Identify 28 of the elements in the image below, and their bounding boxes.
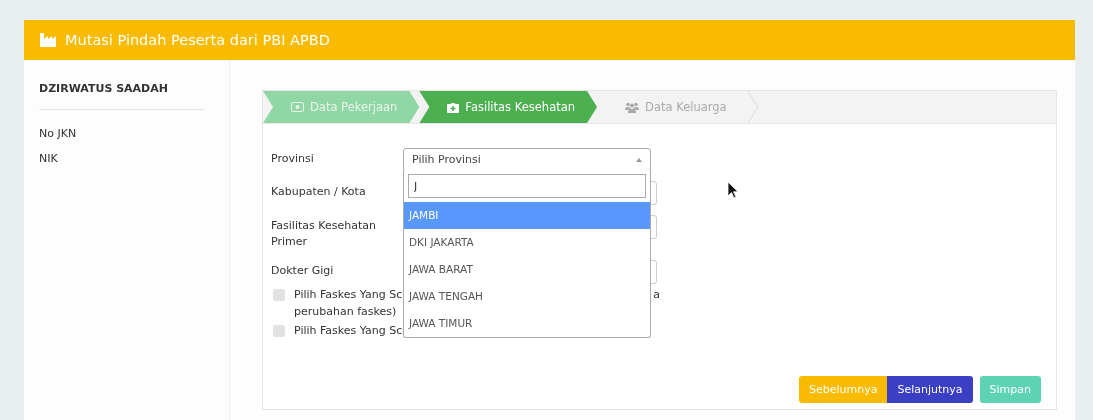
participant-name: DZIRWATUS SAADAH <box>39 82 205 110</box>
select-placeholder: Pilih Provinsi <box>412 153 481 166</box>
field-label: Kabupaten / Kota <box>271 184 367 200</box>
cursor-icon <box>727 181 739 199</box>
field-label: Dokter Gigi <box>271 263 335 279</box>
province-select[interactable]: Pilih Provinsi <box>403 148 651 171</box>
field-label: NIK <box>39 152 59 165</box>
next-button[interactable]: Selanjutnya <box>887 376 973 403</box>
search-field[interactable]: J <box>408 174 646 198</box>
checkbox-label: Pilih Faskes Yang Sc <box>294 287 403 303</box>
people-icon <box>625 101 640 113</box>
dropdown-option[interactable]: JAWA TIMUR <box>404 310 650 337</box>
dropdown-option[interactable]: JAWA TENGAH <box>404 283 650 310</box>
medical-bag-icon <box>447 101 460 113</box>
dropdown-option[interactable]: DKI JAKARTA <box>404 229 650 256</box>
checkbox-label: a <box>653 287 660 303</box>
dropdown-option[interactable]: JAWA BARAT <box>404 256 650 283</box>
checkbox[interactable] <box>273 325 285 337</box>
checkbox[interactable] <box>273 289 285 301</box>
checkbox-label: perubahan faskes) <box>294 304 397 320</box>
field-label: No JKN <box>39 127 78 140</box>
factory-icon <box>39 32 57 48</box>
caret-up-icon <box>636 157 642 162</box>
card-icon <box>291 102 304 112</box>
field-label: Provinsi <box>271 151 315 167</box>
field-label: Fasilitas Kesehatan Primer <box>271 218 377 250</box>
page-title: Mutasi Pindah Peserta dari PBI APBD <box>65 32 330 48</box>
checkbox-label: Pilih Faskes Yang Sc <box>294 323 403 339</box>
